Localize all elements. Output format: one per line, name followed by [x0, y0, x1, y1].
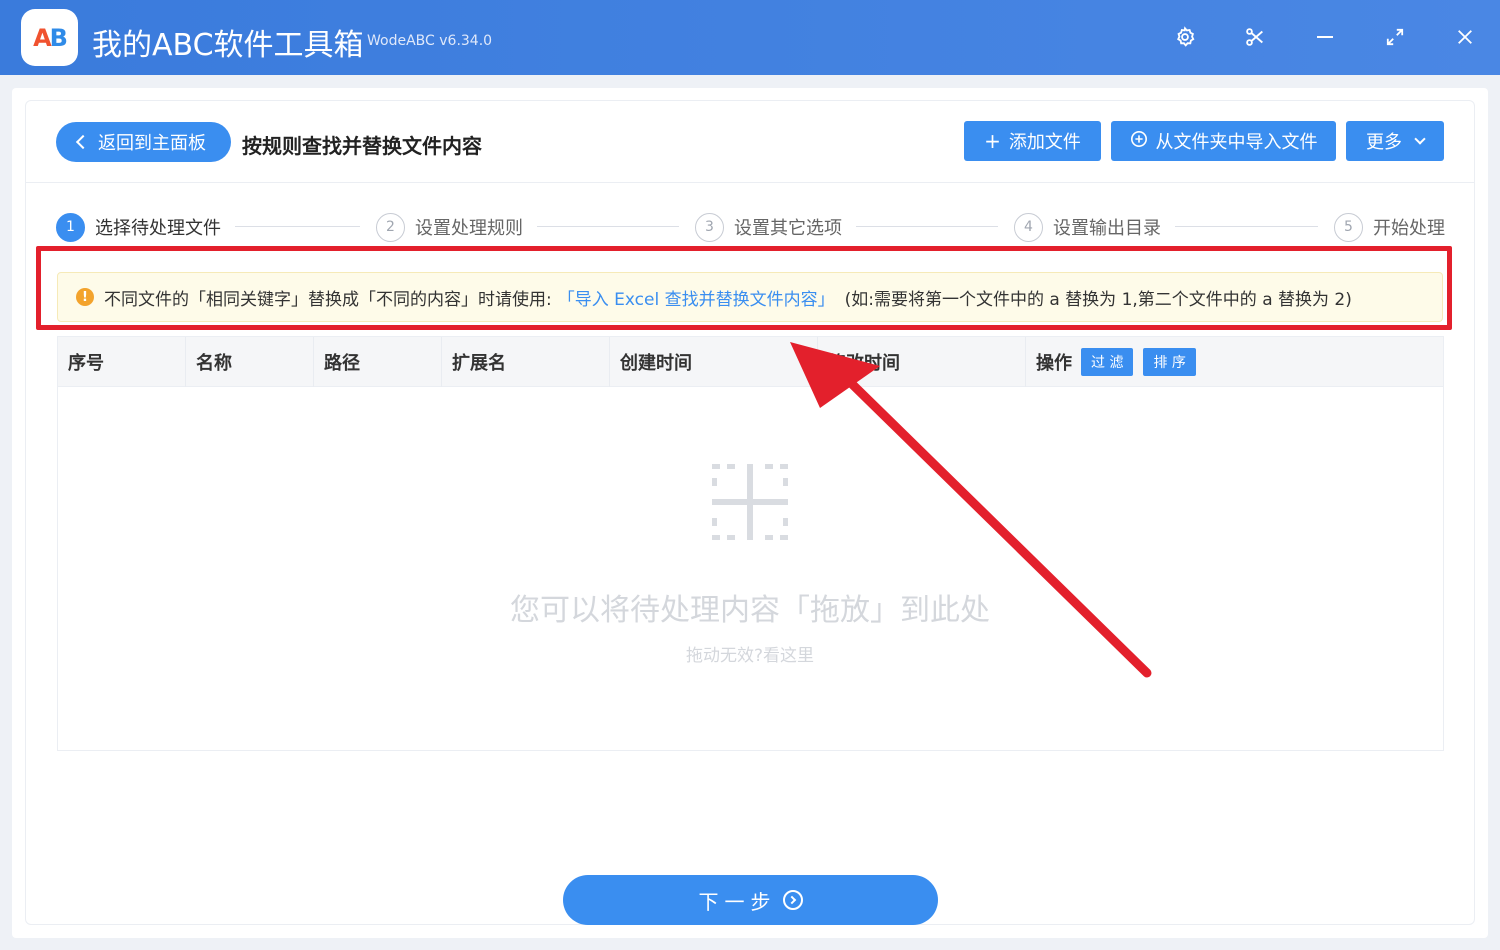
- app-logo: AB: [21, 9, 78, 66]
- column-header-name: 名称: [186, 337, 314, 387]
- more-label: 更多: [1366, 132, 1402, 153]
- logo-letter-a: A: [33, 23, 52, 52]
- step-label: 设置其它选项: [734, 218, 842, 239]
- step-connector: [1175, 226, 1318, 227]
- scissors-icon[interactable]: [1240, 22, 1270, 52]
- file-table: 序号 名称 路径 扩展名 创建时间 修改时间 操作 过 滤 排 序: [57, 336, 1444, 751]
- annotation-highlight-box: [36, 246, 1452, 330]
- step-number: 5: [1334, 212, 1363, 242]
- close-icon[interactable]: [1450, 22, 1480, 52]
- step-label: 设置处理规则: [415, 218, 523, 239]
- sort-button[interactable]: 排 序: [1143, 348, 1196, 376]
- column-header-actions: 操作 过 滤 排 序: [1026, 337, 1443, 387]
- step-label: 选择待处理文件: [95, 218, 221, 239]
- step-connector: [235, 226, 360, 227]
- app-title: 我的ABC软件工具箱: [92, 28, 364, 63]
- step-label: 开始处理: [1373, 218, 1445, 239]
- step-label: 设置输出目录: [1053, 218, 1161, 239]
- next-step-label: 下一步: [698, 889, 777, 914]
- title-bar: AB 我的ABC软件工具箱 WodeABC v6.34.0: [0, 0, 1500, 75]
- back-to-dashboard-button[interactable]: 返回到主面板: [56, 122, 231, 162]
- step-select-files: 1 选择待处理文件: [56, 212, 221, 242]
- table-header: 序号 名称 路径 扩展名 创建时间 修改时间 操作 过 滤 排 序: [58, 337, 1443, 387]
- step-start: 5 开始处理: [1334, 212, 1445, 242]
- settings-icon[interactable]: [1170, 22, 1200, 52]
- step-connector: [856, 226, 998, 227]
- logo-letter-b: B: [49, 23, 68, 52]
- column-label: 路径: [324, 353, 360, 374]
- column-header-extension: 扩展名: [442, 337, 610, 387]
- column-label: 创建时间: [620, 353, 692, 374]
- minimize-icon[interactable]: [1310, 22, 1340, 52]
- column-label: 序号: [68, 353, 104, 374]
- header-divider: [26, 182, 1474, 183]
- next-step-button[interactable]: 下一步: [563, 875, 938, 925]
- column-header-index: 序号: [58, 337, 186, 387]
- import-from-folder-button[interactable]: 从文件夹中导入文件: [1111, 121, 1336, 161]
- column-header-created: 创建时间: [610, 337, 818, 387]
- column-label: 操作: [1036, 353, 1072, 374]
- app-version: WodeABC v6.34.0: [367, 33, 493, 49]
- column-label: 名称: [196, 353, 232, 374]
- drop-zone-hint: 您可以将待处理内容「拖放」到此处: [510, 593, 990, 628]
- step-connector: [537, 226, 679, 227]
- step-number: 2: [376, 212, 405, 242]
- drag-help-link[interactable]: 拖动无效?看这里: [0, 641, 1500, 666]
- plus-icon: +: [984, 129, 1001, 153]
- step-number: 4: [1014, 212, 1043, 242]
- step-output-dir: 4 设置输出目录: [1014, 212, 1161, 242]
- step-number: 1: [56, 212, 85, 242]
- chevron-left-icon: [75, 134, 91, 150]
- column-label: 修改时间: [828, 353, 900, 374]
- drop-zone-icon: [712, 464, 788, 540]
- column-header-modified: 修改时间: [818, 337, 1026, 387]
- column-header-path: 路径: [314, 337, 442, 387]
- circle-arrow-right-icon: [782, 890, 803, 910]
- add-file-label: 添加文件: [1008, 132, 1081, 153]
- step-set-rules: 2 设置处理规则: [376, 212, 523, 242]
- back-button-label: 返回到主面板: [98, 133, 206, 154]
- step-other-options: 3 设置其它选项: [695, 212, 842, 242]
- column-label: 扩展名: [452, 353, 506, 374]
- more-dropdown-button[interactable]: 更多: [1346, 121, 1444, 161]
- maximize-icon[interactable]: [1380, 22, 1410, 52]
- chevron-down-icon: [1414, 132, 1426, 145]
- import-folder-label: 从文件夹中导入文件: [1155, 132, 1318, 153]
- step-number: 3: [695, 212, 724, 242]
- add-file-button[interactable]: + 添加文件: [964, 121, 1101, 161]
- filter-button[interactable]: 过 滤: [1081, 348, 1134, 376]
- page-title: 按规则查找并替换文件内容: [242, 134, 482, 158]
- circle-plus-icon: [1130, 129, 1148, 153]
